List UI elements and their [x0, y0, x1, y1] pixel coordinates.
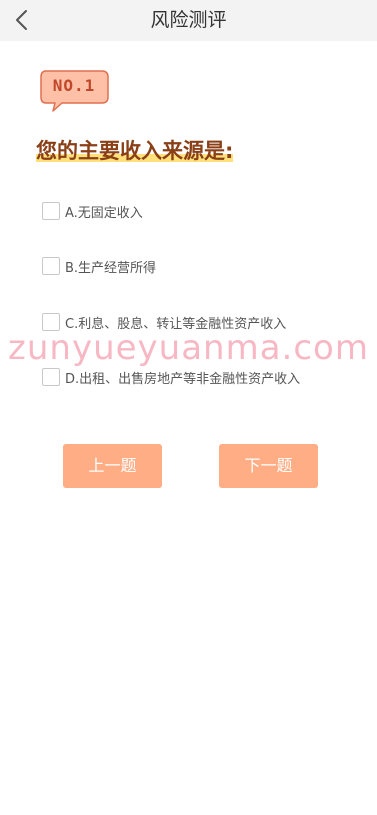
option-d-checkbox[interactable]: [42, 368, 60, 386]
option-d-label: D.出租、出售房地产等非金融性资产收入: [65, 371, 301, 387]
question-block: 您的主要收入来源是:: [36, 135, 234, 165]
option-b-checkbox[interactable]: [42, 257, 60, 275]
page-title: 风险测评: [150, 9, 227, 31]
option-b-label: B.生产经营所得: [65, 260, 157, 276]
prev-question-button[interactable]: 上一题: [63, 444, 162, 488]
option-b[interactable]: B.生产经营所得: [42, 255, 156, 277]
header-bar: 风险测评: [0, 0, 377, 41]
watermark: zunyueyuanma.com: [8, 328, 369, 368]
question-number: NO.1: [52, 76, 96, 95]
question-number-badge: NO.1: [40, 70, 110, 113]
option-a-label: A.无固定收入: [65, 205, 143, 221]
option-d[interactable]: D.出租、出售房地产等非金融性资产收入: [42, 366, 300, 388]
option-a-checkbox[interactable]: [42, 202, 60, 220]
next-question-button[interactable]: 下一题: [219, 444, 318, 488]
question-text: 您的主要收入来源是:: [36, 139, 234, 163]
option-a[interactable]: A.无固定收入: [42, 200, 143, 222]
